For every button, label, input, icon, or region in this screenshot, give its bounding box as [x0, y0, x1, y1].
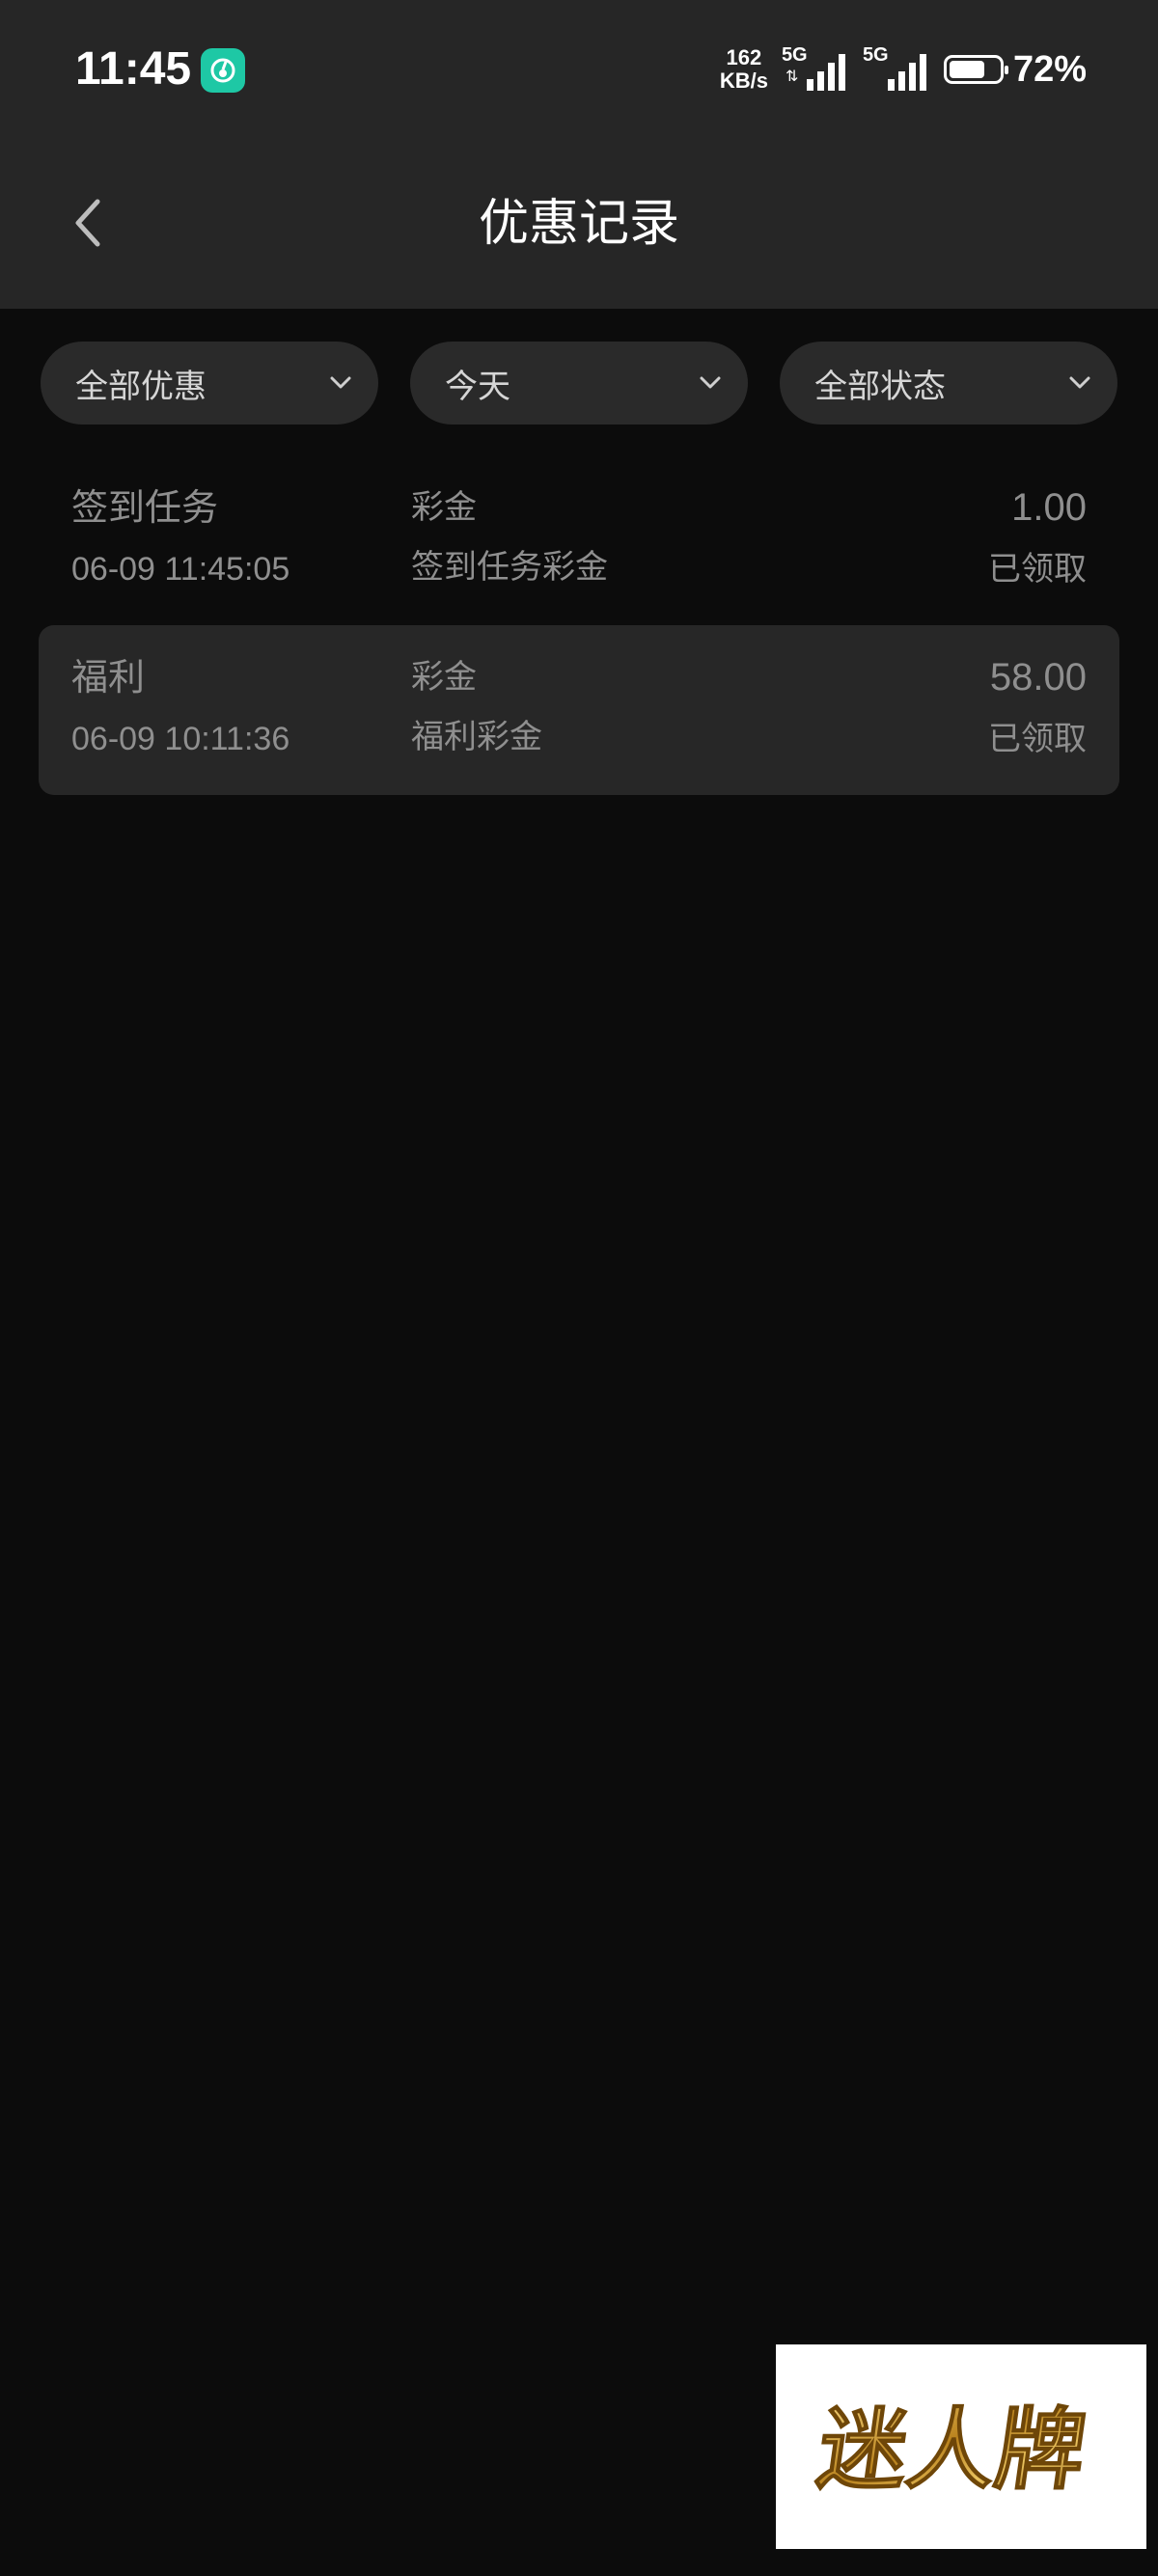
battery-indicator: 72% [943, 48, 1087, 91]
battery-icon [943, 55, 1008, 84]
record-type: 彩金 [411, 488, 477, 527]
status-time: 11:45 [75, 43, 192, 95]
filter-bar: 全部优惠 今天 全部状态 [41, 342, 1117, 425]
status-indicators: 162 KB/s 5G ⇅ 5G 72% [720, 39, 1087, 100]
page-title: 优惠记录 [478, 195, 679, 253]
record-amount: 1.00 [1011, 486, 1087, 529]
chevron-down-icon [330, 376, 351, 389]
chevron-down-icon [700, 376, 721, 389]
sim2-signal-icon: 5G [863, 42, 930, 96]
record-description: 签到任务彩金 [411, 548, 608, 587]
sim2-network-label: 5G [862, 44, 889, 66]
record-row[interactable]: 签到任务 06-09 11:45:05 彩金 签到任务彩金 1.00 已领取 [39, 455, 1119, 625]
record-time: 06-09 11:45:05 [71, 551, 290, 588]
record-description: 福利彩金 [411, 718, 542, 756]
record-row[interactable]: 福利 06-09 10:11:36 彩金 福利彩金 58.00 已领取 [39, 625, 1119, 795]
record-status: 已领取 [988, 720, 1087, 758]
date-filter[interactable]: 今天 [410, 342, 748, 425]
data-arrows-icon: ⇅ [785, 69, 799, 85]
top-bar: 11:45 162 KB/s 5G ⇅ 5G 72% 优惠记录 [0, 0, 1158, 309]
sim1-network-label: 5G [781, 44, 808, 66]
chevron-down-icon [1069, 376, 1090, 389]
network-speed-unit: KB/s [719, 69, 768, 93]
network-speed-value: 162 [726, 45, 762, 69]
record-name: 签到任务 [71, 486, 219, 529]
record-time: 06-09 10:11:36 [71, 721, 290, 757]
status-filter[interactable]: 全部状态 [780, 342, 1117, 425]
record-type: 彩金 [411, 658, 477, 697]
sim1-signal-icon: 5G ⇅ [782, 42, 849, 96]
date-filter-label: 今天 [445, 367, 510, 406]
network-speed: 162 KB/s [720, 46, 768, 93]
battery-level-fill [949, 61, 984, 78]
watermark-logo: 迷人牌 [776, 2344, 1146, 2549]
battery-percent: 72% [1012, 48, 1087, 90]
promotion-type-filter-label: 全部优惠 [75, 367, 207, 406]
app-notification-icon [201, 48, 245, 93]
record-amount: 58.00 [989, 656, 1087, 699]
svg-text:迷人牌: 迷人牌 [812, 2398, 1092, 2501]
record-status: 已领取 [988, 550, 1087, 589]
promotion-type-filter[interactable]: 全部优惠 [41, 342, 378, 425]
record-name: 福利 [71, 656, 146, 699]
watermark-logo-mark: 迷人牌 [811, 2398, 1093, 2503]
promotion-record-list: 签到任务 06-09 11:45:05 彩金 签到任务彩金 1.00 已领取 福… [39, 455, 1119, 795]
status-filter-label: 全部状态 [814, 367, 946, 406]
